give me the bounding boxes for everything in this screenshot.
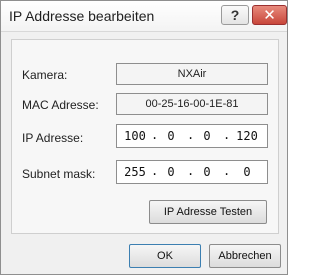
help-icon: ? bbox=[230, 7, 240, 23]
subnet-octet-2[interactable]: 0 bbox=[157, 165, 185, 179]
subnet-label: Subnet mask: bbox=[22, 167, 96, 181]
ok-button[interactable]: OK bbox=[129, 244, 201, 268]
subnet-dot-3: . bbox=[223, 164, 231, 178]
ip-address-input[interactable]: 100 . 0 . 0 . 120 bbox=[116, 124, 268, 148]
mac-label: MAC Adresse: bbox=[22, 98, 99, 112]
subnet-mask-input[interactable]: 255 . 0 . 0 . 0 bbox=[116, 160, 268, 184]
subnet-octet-3[interactable]: 0 bbox=[193, 165, 221, 179]
test-ip-button[interactable]: IP Adresse Testen bbox=[149, 200, 267, 224]
title-bar[interactable]: IP Addresse bearbeiten ? ✕ bbox=[1, 1, 287, 32]
cancel-button[interactable]: Abbrechen bbox=[209, 244, 281, 268]
window-title: IP Addresse bearbeiten bbox=[9, 8, 155, 24]
ip-octet-3[interactable]: 0 bbox=[193, 129, 221, 143]
close-button[interactable]: ✕ bbox=[252, 5, 287, 25]
close-icon: ✕ bbox=[263, 7, 276, 24]
camera-field: NXAir bbox=[116, 63, 268, 85]
camera-label: Kamera: bbox=[22, 68, 68, 82]
settings-group: Kamera: NXAir MAC Adresse: 00-25-16-00-1… bbox=[11, 39, 279, 234]
ip-octet-4[interactable]: 120 bbox=[233, 129, 261, 143]
ip-octet-1[interactable]: 100 bbox=[121, 129, 149, 143]
ip-label: IP Adresse: bbox=[22, 131, 84, 145]
ip-dot-3: . bbox=[223, 128, 231, 142]
mac-field: 00-25-16-00-1E-81 bbox=[116, 93, 268, 115]
subnet-octet-4[interactable]: 0 bbox=[233, 165, 261, 179]
subnet-octet-1[interactable]: 255 bbox=[121, 165, 149, 179]
dialog-window: IP Addresse bearbeiten ? ✕ Kamera: NXAir… bbox=[0, 0, 288, 275]
help-button[interactable]: ? bbox=[221, 5, 249, 25]
ip-octet-2[interactable]: 0 bbox=[157, 129, 185, 143]
